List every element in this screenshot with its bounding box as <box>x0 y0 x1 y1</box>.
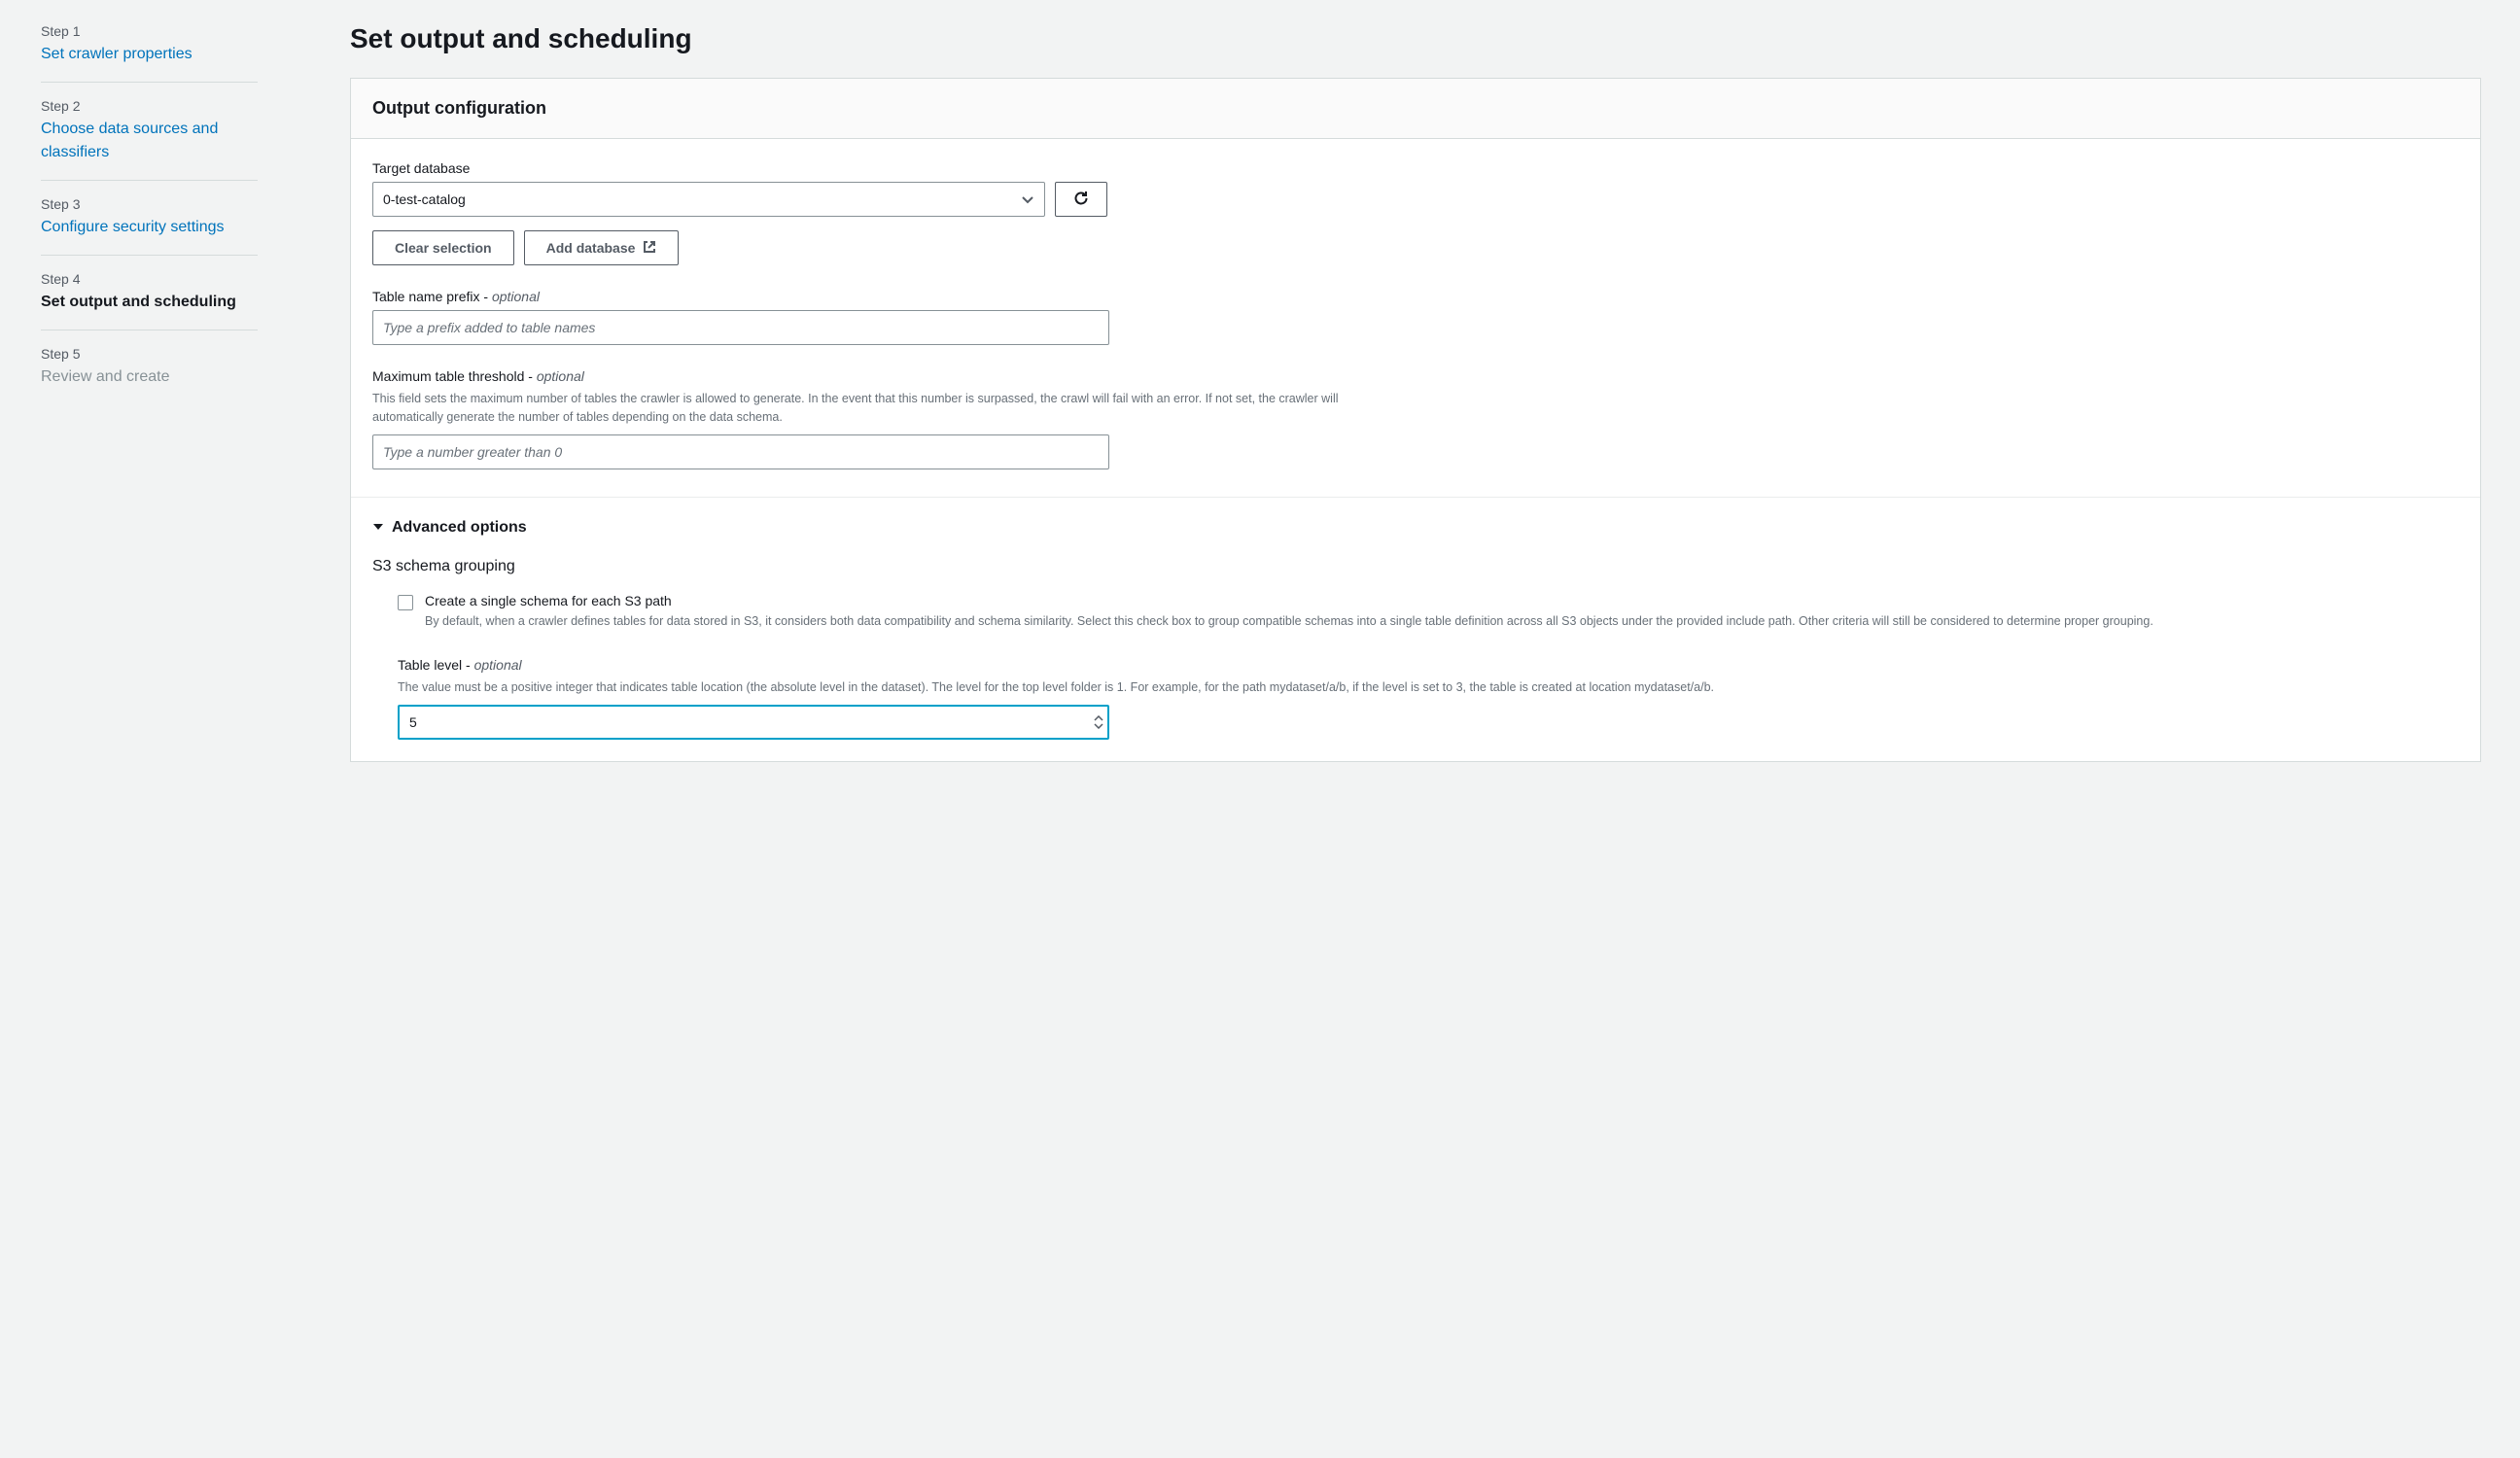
step-number: Step 3 <box>41 196 252 212</box>
step-title: Review and create <box>41 365 252 389</box>
chevron-down-icon[interactable] <box>1094 723 1103 729</box>
main-content: Set output and scheduling Output configu… <box>258 0 2520 1458</box>
clear-selection-button[interactable]: Clear selection <box>372 230 514 265</box>
step-title[interactable]: Choose data sources and classifiers <box>41 118 252 164</box>
refresh-button[interactable] <box>1055 182 1107 217</box>
target-database-select[interactable]: 0-test-catalog <box>372 182 1045 217</box>
target-database-label: Target database <box>372 160 2459 176</box>
s3-schema-grouping-heading: S3 schema grouping <box>372 558 2459 575</box>
sidebar-item-step-4: Step 4 Set output and scheduling <box>41 271 258 330</box>
advanced-options-label: Advanced options <box>392 519 527 537</box>
step-title[interactable]: Set crawler properties <box>41 43 252 66</box>
external-link-icon <box>643 240 656 257</box>
step-number: Step 2 <box>41 98 252 114</box>
caret-down-icon <box>372 519 384 537</box>
sidebar-item-step-2[interactable]: Step 2 Choose data sources and classifie… <box>41 98 258 181</box>
table-prefix-label: Table name prefix - optional <box>372 289 1109 304</box>
panel-title: Output configuration <box>372 98 2459 119</box>
page-title: Set output and scheduling <box>350 0 2481 78</box>
sidebar-item-step-3[interactable]: Step 3 Configure security settings <box>41 196 258 256</box>
table-level-help: The value must be a positive integer tha… <box>398 678 2459 697</box>
number-stepper[interactable] <box>1094 715 1103 729</box>
max-threshold-help: This field sets the maximum number of ta… <box>372 390 1354 427</box>
max-threshold-label: Maximum table threshold - optional <box>372 368 1109 384</box>
panel-header: Output configuration <box>351 79 2480 139</box>
step-number: Step 4 <box>41 271 252 287</box>
add-database-button[interactable]: Add database <box>524 230 680 265</box>
step-title[interactable]: Configure security settings <box>41 216 252 239</box>
wizard-steps-sidebar: Step 1 Set crawler properties Step 2 Cho… <box>0 0 258 1458</box>
max-threshold-input[interactable] <box>372 434 1109 469</box>
step-number: Step 5 <box>41 346 252 362</box>
table-prefix-input[interactable] <box>372 310 1109 345</box>
table-level-label: Table level - optional <box>398 657 2459 673</box>
single-schema-help: By default, when a crawler defines table… <box>425 612 2459 631</box>
add-database-label: Add database <box>546 240 636 256</box>
refresh-icon <box>1072 190 1090 210</box>
single-schema-label: Create a single schema for each S3 path <box>425 593 2459 608</box>
sidebar-item-step-1[interactable]: Step 1 Set crawler properties <box>41 23 258 83</box>
step-number: Step 1 <box>41 23 252 39</box>
single-schema-checkbox[interactable] <box>398 595 413 610</box>
sidebar-item-step-5: Step 5 Review and create <box>41 346 258 404</box>
table-level-input[interactable] <box>398 705 1109 740</box>
advanced-options-toggle[interactable]: Advanced options <box>351 497 2480 558</box>
chevron-up-icon[interactable] <box>1094 715 1103 721</box>
output-configuration-panel: Output configuration Target database 0-t… <box>350 78 2481 762</box>
step-title: Set output and scheduling <box>41 291 252 314</box>
